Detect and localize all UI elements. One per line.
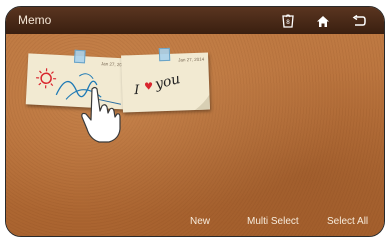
title-bar: Memo 8 (6, 7, 384, 34)
memo-text-i: I (134, 82, 140, 99)
home-icon[interactable] (312, 11, 334, 31)
back-icon[interactable] (348, 11, 370, 31)
heart-icon: ♥ (143, 81, 154, 93)
device-frame: Memo 8 Jan 27, 2014 Jan 27, 2014 I ♥ you… (5, 6, 385, 237)
delete-icon[interactable]: 8 (277, 11, 299, 31)
tape (158, 47, 171, 62)
multi-select-button[interactable]: Multi Select (247, 216, 299, 227)
new-button[interactable]: New (190, 216, 210, 227)
hand-pointer-icon (81, 86, 121, 143)
select-all-button[interactable]: Select All (327, 216, 368, 227)
bottom-bar: New Multi Select Select All (6, 209, 384, 236)
svg-text:8: 8 (286, 19, 290, 26)
app-title: Memo (18, 13, 52, 27)
memo-note-2[interactable]: Jan 27, 2014 I ♥ you (121, 47, 210, 113)
tape (73, 49, 86, 64)
